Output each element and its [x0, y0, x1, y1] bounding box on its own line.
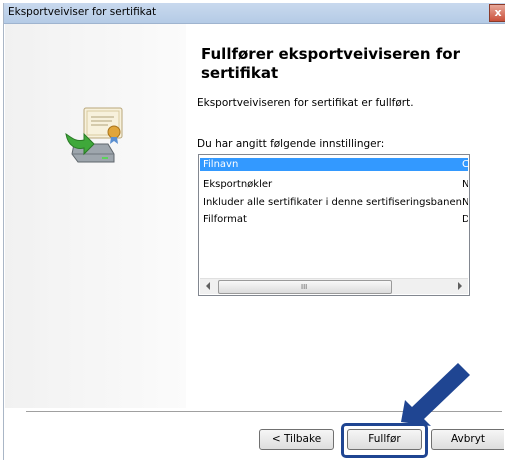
list-item[interactable]: Inkluder alle sertifikater i denne serti… — [200, 196, 468, 209]
title-bar[interactable]: Eksportveiviser for sertifikat x — [4, 3, 505, 24]
close-button[interactable]: x — [489, 4, 505, 22]
back-button[interactable]: < Tilbake — [259, 429, 334, 450]
setting-name: Eksportnøkler — [203, 179, 273, 190]
setting-name: Filformat — [203, 214, 247, 225]
scroll-right-icon[interactable] — [458, 282, 462, 290]
setting-value: D — [462, 213, 468, 226]
scroll-left-icon[interactable] — [206, 282, 210, 290]
wizard-side-panel — [5, 24, 186, 408]
setting-name: Inkluder alle sertifikater i denne serti… — [203, 197, 462, 208]
settings-label: Du har angitt følgende innstillinger: — [197, 138, 385, 150]
list-item[interactable]: Eksportnøkler N — [200, 178, 468, 191]
setting-value: N — [462, 178, 468, 191]
certificate-export-icon — [65, 107, 123, 163]
blue-arrow-pointer-icon — [401, 363, 470, 426]
setting-value: N — [462, 196, 468, 209]
window-title: Eksportveiviser for sertifikat — [8, 6, 157, 18]
settings-listbox[interactable]: Filnavn C Eksportnøkler N Inkluder alle … — [198, 154, 470, 296]
list-item[interactable]: Filformat D — [200, 213, 468, 226]
list-item[interactable]: Filnavn C — [200, 158, 468, 171]
setting-value: C — [462, 158, 468, 171]
finish-button-highlight — [341, 423, 428, 458]
close-icon: x — [494, 6, 502, 19]
horizontal-scrollbar[interactable]: III — [200, 278, 468, 294]
completion-message: Eksportveiviseren for sertifikat er full… — [197, 97, 414, 109]
setting-name: Filnavn — [203, 159, 239, 170]
page-title: Fullfører eksportveiviseren for sertifik… — [201, 45, 460, 82]
scroll-grip: III — [301, 283, 308, 291]
cancel-button[interactable]: Avbryt — [431, 429, 504, 450]
scroll-thumb[interactable]: III — [218, 280, 392, 294]
